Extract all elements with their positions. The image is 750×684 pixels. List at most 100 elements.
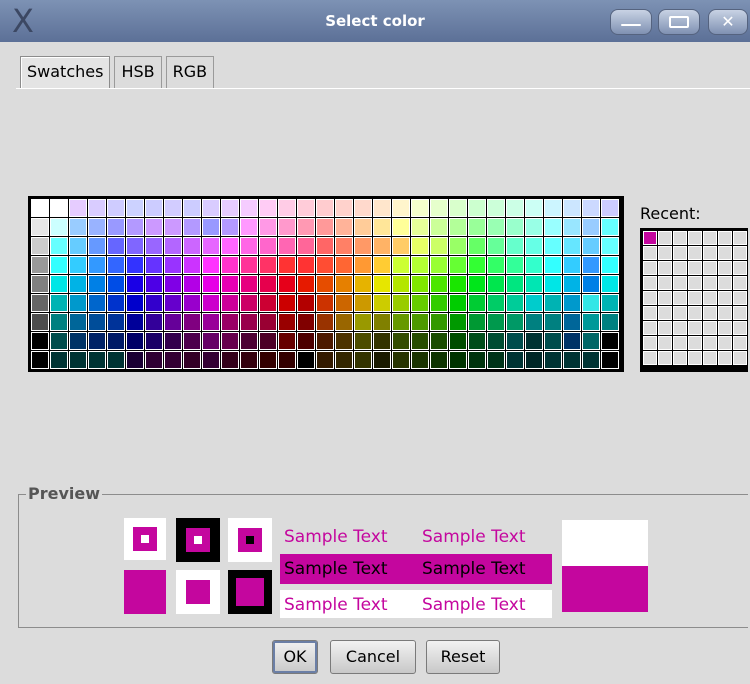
swatch-cell[interactable] xyxy=(316,199,334,217)
swatch-cell[interactable] xyxy=(50,275,68,293)
swatch-cell[interactable] xyxy=(525,199,543,217)
swatch-cell[interactable] xyxy=(69,237,87,255)
swatch-cell[interactable] xyxy=(69,332,87,350)
swatch-cell[interactable] xyxy=(601,332,619,350)
swatch-cell[interactable] xyxy=(373,237,391,255)
swatch-cell[interactable] xyxy=(50,294,68,312)
swatch-cell[interactable] xyxy=(392,294,410,312)
swatch-cell[interactable] xyxy=(126,294,144,312)
recent-swatch-cell[interactable] xyxy=(643,351,657,365)
swatch-cell[interactable] xyxy=(240,275,258,293)
swatch-cell[interactable] xyxy=(221,351,239,369)
swatch-cell[interactable] xyxy=(88,313,106,331)
swatch-cell[interactable] xyxy=(373,218,391,236)
swatch-cell[interactable] xyxy=(487,256,505,274)
swatch-cell[interactable] xyxy=(126,275,144,293)
swatch-cell[interactable] xyxy=(278,351,296,369)
swatch-cell[interactable] xyxy=(88,332,106,350)
swatch-cell[interactable] xyxy=(316,294,334,312)
swatch-cell[interactable] xyxy=(69,218,87,236)
swatch-cell[interactable] xyxy=(487,199,505,217)
swatch-cell[interactable] xyxy=(297,313,315,331)
swatch-cell[interactable] xyxy=(31,275,49,293)
swatch-cell[interactable] xyxy=(525,313,543,331)
swatch-cell[interactable] xyxy=(544,199,562,217)
swatch-cell[interactable] xyxy=(69,351,87,369)
swatch-cell[interactable] xyxy=(316,313,334,331)
swatch-cell[interactable] xyxy=(278,332,296,350)
swatch-cell[interactable] xyxy=(601,237,619,255)
swatch-cell[interactable] xyxy=(126,218,144,236)
swatch-cell[interactable] xyxy=(582,294,600,312)
swatch-cell[interactable] xyxy=(563,294,581,312)
swatch-cell[interactable] xyxy=(411,275,429,293)
swatch-cell[interactable] xyxy=(69,294,87,312)
recent-swatch-cell[interactable] xyxy=(688,321,702,335)
swatch-cell[interactable] xyxy=(221,313,239,331)
recent-swatch-cell[interactable] xyxy=(718,276,732,290)
recent-swatch-cell[interactable] xyxy=(658,246,672,260)
swatch-cell[interactable] xyxy=(278,294,296,312)
swatch-cell[interactable] xyxy=(145,332,163,350)
swatch-cell[interactable] xyxy=(31,294,49,312)
swatch-cell[interactable] xyxy=(221,332,239,350)
swatch-cell[interactable] xyxy=(240,294,258,312)
recent-swatch-cell[interactable] xyxy=(673,291,687,305)
swatch-cell[interactable] xyxy=(50,256,68,274)
recent-swatch-cell[interactable] xyxy=(703,261,717,275)
swatch-cell[interactable] xyxy=(563,332,581,350)
recent-swatch-cell[interactable] xyxy=(733,351,747,365)
swatch-cell[interactable] xyxy=(525,275,543,293)
swatch-cell[interactable] xyxy=(69,256,87,274)
recent-swatch-cell[interactable] xyxy=(658,351,672,365)
swatch-cell[interactable] xyxy=(107,294,125,312)
swatch-cell[interactable] xyxy=(88,256,106,274)
swatch-cell[interactable] xyxy=(487,313,505,331)
swatch-cell[interactable] xyxy=(316,237,334,255)
swatch-cell[interactable] xyxy=(563,275,581,293)
swatch-cell[interactable] xyxy=(563,256,581,274)
swatch-cell[interactable] xyxy=(392,218,410,236)
swatch-cell[interactable] xyxy=(297,332,315,350)
swatch-cell[interactable] xyxy=(582,351,600,369)
swatch-cell[interactable] xyxy=(164,275,182,293)
recent-swatch-cell[interactable] xyxy=(733,336,747,350)
swatch-cell[interactable] xyxy=(411,199,429,217)
maximize-icon[interactable] xyxy=(658,9,700,35)
swatch-cell[interactable] xyxy=(487,218,505,236)
swatch-cell[interactable] xyxy=(582,199,600,217)
swatch-cell[interactable] xyxy=(449,237,467,255)
swatch-cell[interactable] xyxy=(164,256,182,274)
swatch-cell[interactable] xyxy=(430,218,448,236)
swatch-cell[interactable] xyxy=(164,351,182,369)
recent-swatch-cell[interactable] xyxy=(718,291,732,305)
swatch-cell[interactable] xyxy=(297,199,315,217)
swatch-cell[interactable] xyxy=(335,351,353,369)
swatch-cell[interactable] xyxy=(297,256,315,274)
swatch-cell[interactable] xyxy=(164,313,182,331)
swatch-cell[interactable] xyxy=(544,237,562,255)
swatch-cell[interactable] xyxy=(278,256,296,274)
swatch-cell[interactable] xyxy=(31,332,49,350)
swatch-cell[interactable] xyxy=(335,332,353,350)
swatch-cell[interactable] xyxy=(183,313,201,331)
swatch-cell[interactable] xyxy=(126,313,144,331)
swatch-cell[interactable] xyxy=(240,313,258,331)
swatch-cell[interactable] xyxy=(430,294,448,312)
swatch-cell[interactable] xyxy=(240,199,258,217)
recent-swatch-cell[interactable] xyxy=(658,321,672,335)
ok-button[interactable]: OK xyxy=(272,640,318,674)
recent-swatch-cell[interactable] xyxy=(703,246,717,260)
recent-swatch-cell[interactable] xyxy=(733,261,747,275)
swatch-cell[interactable] xyxy=(468,275,486,293)
tab-hsb[interactable]: HSB xyxy=(114,56,162,88)
swatch-cell[interactable] xyxy=(259,294,277,312)
swatch-cell[interactable] xyxy=(107,332,125,350)
swatch-cell[interactable] xyxy=(240,332,258,350)
swatch-cell[interactable] xyxy=(316,218,334,236)
swatch-cell[interactable] xyxy=(164,199,182,217)
swatch-cell[interactable] xyxy=(88,351,106,369)
swatch-cell[interactable] xyxy=(582,237,600,255)
recent-swatch-cell[interactable] xyxy=(658,306,672,320)
swatch-cell[interactable] xyxy=(563,199,581,217)
